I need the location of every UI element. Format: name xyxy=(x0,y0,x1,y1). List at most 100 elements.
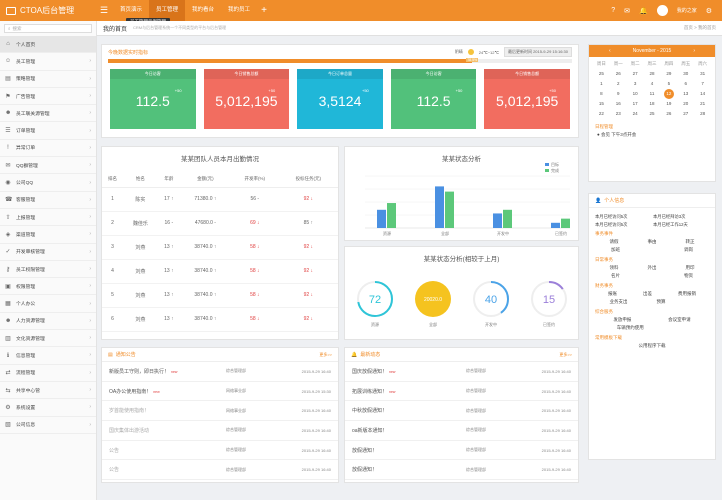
calendar-day[interactable]: 8 xyxy=(593,89,610,99)
calendar-day[interactable]: 18 xyxy=(644,99,661,109)
table-row[interactable]: 6 刘燕 13 ↑ 38740.0 ↑ 58 ↓ 92 ↓ xyxy=(102,307,338,332)
sidebar-item[interactable]: ▥ 文化资源管理 › xyxy=(0,330,96,348)
calendar-day[interactable]: 17 xyxy=(627,99,644,109)
calendar-day[interactable]: 1 xyxy=(593,79,610,89)
sidebar-item[interactable]: ☺ 员工管理 › xyxy=(0,53,96,71)
kpi-card[interactable]: 今日销售总额 5,012,195 +50 xyxy=(484,69,570,129)
personal-link[interactable]: 领料 xyxy=(610,265,619,271)
prev-month-icon[interactable]: ‹ xyxy=(609,48,611,54)
mail-icon[interactable]: ✉ xyxy=(624,7,630,15)
calendar-day[interactable]: 7 xyxy=(694,79,711,89)
list-item[interactable]: 放假通知！ 综合管理部 2015-9-29 16:40 xyxy=(345,441,578,461)
calendar-day[interactable]: 20 xyxy=(677,99,694,109)
personal-link[interactable]: 加班 xyxy=(611,247,620,253)
personal-link[interactable]: 物资 xyxy=(684,273,693,279)
add-tab-icon[interactable]: + xyxy=(261,5,267,16)
next-month-icon[interactable]: › xyxy=(693,48,695,54)
sidebar-item[interactable]: ▣ 权限管理 › xyxy=(0,278,96,296)
personal-link[interactable]: 发放申报 xyxy=(613,317,631,323)
calendar-day[interactable]: 5 xyxy=(660,79,677,89)
table-row[interactable]: 4 刘燕 13 ↑ 38740.0 ↑ 58 ↓ 92 ↓ xyxy=(102,259,338,284)
sidebar-item[interactable]: ☻ 员工联关源管理 › xyxy=(0,105,96,123)
sidebar-item[interactable]: ⌂ 个人首页 xyxy=(0,36,96,54)
table-row[interactable]: 1 陈实 17 ↑ 71380.0 ↑ 56 -92 ↓ xyxy=(102,187,338,212)
list-item[interactable]: 放假通知！ 综合管理部 2015-9-29 16:40 xyxy=(345,460,578,481)
agenda-item[interactable]: ● 会见 下午3点开会 xyxy=(589,131,715,139)
settings-icon[interactable]: ⚙ xyxy=(706,7,712,15)
sidebar-item[interactable]: ⚷ 员工权限管理 › xyxy=(0,261,96,279)
calendar-day[interactable]: 3 xyxy=(627,79,644,89)
calendar-day[interactable]: 31 xyxy=(694,69,711,79)
top-nav-item[interactable]: 我的员工 xyxy=(221,0,257,21)
calendar-day[interactable]: 14 xyxy=(694,89,711,99)
personal-link[interactable]: 报账 xyxy=(608,291,617,297)
kpi-card[interactable]: 今日销售总额 5,012,195 +50 xyxy=(203,69,290,129)
personal-link[interactable]: 预算 xyxy=(657,299,666,305)
calendar-day[interactable]: 23 xyxy=(610,109,627,119)
personal-link[interactable]: 转正 xyxy=(686,239,695,245)
personal-link[interactable]: 会议室申请 xyxy=(668,317,691,323)
sidebar-item[interactable]: ⇆ 共享中心管 › xyxy=(0,382,96,400)
help-icon[interactable]: ? xyxy=(611,7,615,14)
sidebar-item[interactable]: ⇧ 上报管理 › xyxy=(0,209,96,227)
menu-toggle-icon[interactable]: ☰ xyxy=(97,5,111,16)
calendar-day[interactable]: 4 xyxy=(644,79,661,89)
calendar-day[interactable]: 13 xyxy=(677,89,694,99)
personal-link[interactable]: 费用报销 xyxy=(678,291,696,297)
calendar-day[interactable]: 24 xyxy=(627,109,644,119)
sidebar-item[interactable]: ☎ 客服管理 › xyxy=(0,192,96,209)
calendar-day[interactable]: 28 xyxy=(694,109,711,119)
calendar-day[interactable]: 11 xyxy=(644,89,661,99)
personal-link[interactable]: 出差 xyxy=(643,291,652,297)
calendar-day[interactable]: 15 xyxy=(593,99,610,109)
personal-link[interactable]: 请假 xyxy=(610,239,619,245)
bell-icon[interactable]: 🔔 xyxy=(639,7,648,15)
sidebar-item[interactable]: ▦ 个人办公 › xyxy=(0,295,96,313)
search-input[interactable]: ⌕ 搜索 xyxy=(4,24,92,33)
personal-link[interactable]: 业务支出 xyxy=(610,299,628,305)
calendar-day[interactable]: 25 xyxy=(593,69,610,79)
list-item[interactable]: 拓展训练通知！ new 综合管理部 2015-9-29 16:40 xyxy=(345,382,578,402)
calendar-day[interactable]: 12 xyxy=(663,89,674,99)
list-item[interactable]: 国庆放假通知！ new 综合管理部 2015-9-29 16:40 xyxy=(345,362,578,382)
sidebar-item[interactable]: ▧ 公司信息 › xyxy=(0,417,96,434)
calendar-day[interactable]: 28 xyxy=(644,69,661,79)
calendar-day[interactable]: 19 xyxy=(660,99,677,109)
personal-link[interactable]: 名片 xyxy=(611,273,620,279)
sidebar-item[interactable]: ◈ 渠道管理 › xyxy=(0,226,96,244)
calendar-day[interactable]: 9 xyxy=(610,89,627,99)
notices-more-link[interactable]: 更多>> xyxy=(319,352,332,358)
calendar-day[interactable]: 26 xyxy=(610,69,627,79)
breadcrumb-path[interactable]: 首页 > 我的首页 xyxy=(684,25,716,31)
sidebar-item[interactable]: ! 异常订单 › xyxy=(0,140,96,158)
personal-link[interactable]: 公用程序下载 xyxy=(639,343,666,349)
calendar-day[interactable]: 16 xyxy=(610,99,627,109)
list-item[interactable]: 公告 综合管理部 2015-9-29 16:40 xyxy=(102,460,338,481)
sidebar-item[interactable]: ⚑ 广告管理 › xyxy=(0,88,96,106)
calendar-day[interactable]: 22 xyxy=(593,109,610,119)
calendar-day[interactable]: 26 xyxy=(660,109,677,119)
kpi-card[interactable]: 今日访客 112.5 +50 xyxy=(390,69,477,129)
calendar-day[interactable]: 27 xyxy=(677,109,694,119)
list-item[interactable]: 公告 综合管理部 2015-9-29 16:40 xyxy=(102,441,338,461)
personal-link[interactable]: 用印 xyxy=(686,265,695,271)
list-item[interactable]: oa新版本通知！ 综合管理部 2015-9-29 16:40 xyxy=(345,421,578,441)
sidebar-item[interactable]: ✓ 开发审核管理 › xyxy=(0,244,96,261)
calendar-day[interactable]: 6 xyxy=(677,79,694,89)
app-logo[interactable]: CTOA后台管理 xyxy=(0,5,97,16)
personal-link[interactable]: 外出 xyxy=(648,265,657,271)
calendar-day[interactable]: 25 xyxy=(644,109,661,119)
calendar-day[interactable]: 21 xyxy=(694,99,711,109)
user-name[interactable]: 我的之家 xyxy=(677,7,697,14)
sidebar-item[interactable]: ◉ 公司QQ › xyxy=(0,174,96,192)
calendar-day[interactable]: 27 xyxy=(627,69,644,79)
table-row[interactable]: 5 刘燕 13 ↑ 38740.0 ↑ 58 ↓ 92 ↓ xyxy=(102,283,338,308)
calendar-day[interactable]: 2 xyxy=(610,79,627,89)
list-item[interactable]: OA办公使用指南！ new 网络事业部 2015-9-29 15:30 xyxy=(102,382,338,402)
personal-link[interactable]: 调岗 xyxy=(684,247,693,253)
kpi-card[interactable]: 今日订单总量 3,5124 +50 xyxy=(297,69,383,129)
sidebar-item[interactable]: ☻ 人力资源管理 › xyxy=(0,313,96,331)
list-item[interactable]: 中秋放假通知！ 综合管理部 2015-9-29 16:40 xyxy=(345,401,578,422)
personal-link[interactable]: 事由 xyxy=(648,239,657,245)
table-row[interactable]: 2 魏佳乐 16 -47680.0 -69 ↓ 85 ↑ xyxy=(102,211,338,236)
